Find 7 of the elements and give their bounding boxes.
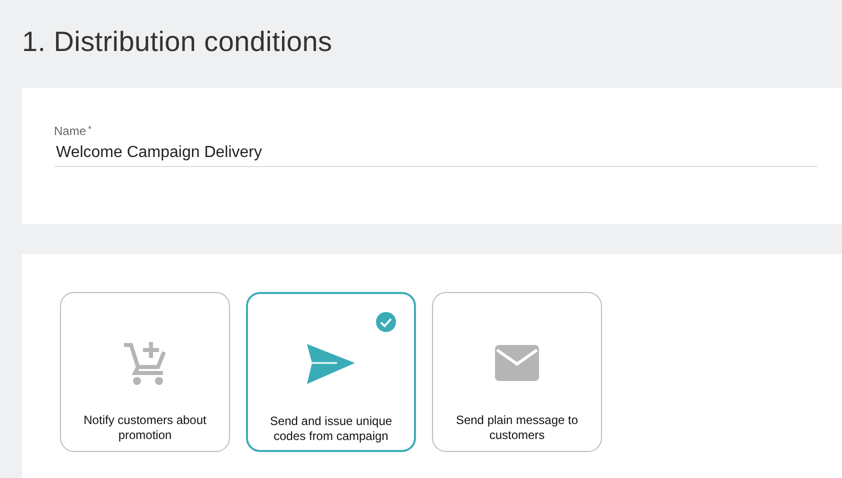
option-card[interactable]: Send and issue unique codes from campaign [246,292,416,452]
option-card[interactable]: Notify customers about promotion [60,292,230,452]
field-label: Name [54,124,86,138]
required-marker: * [88,124,92,136]
option-card[interactable]: Send plain message to customers [432,292,602,452]
name-input[interactable]: Welcome Campaign Delivery [54,138,818,167]
page-heading: 1. Distribution conditions [22,25,334,59]
